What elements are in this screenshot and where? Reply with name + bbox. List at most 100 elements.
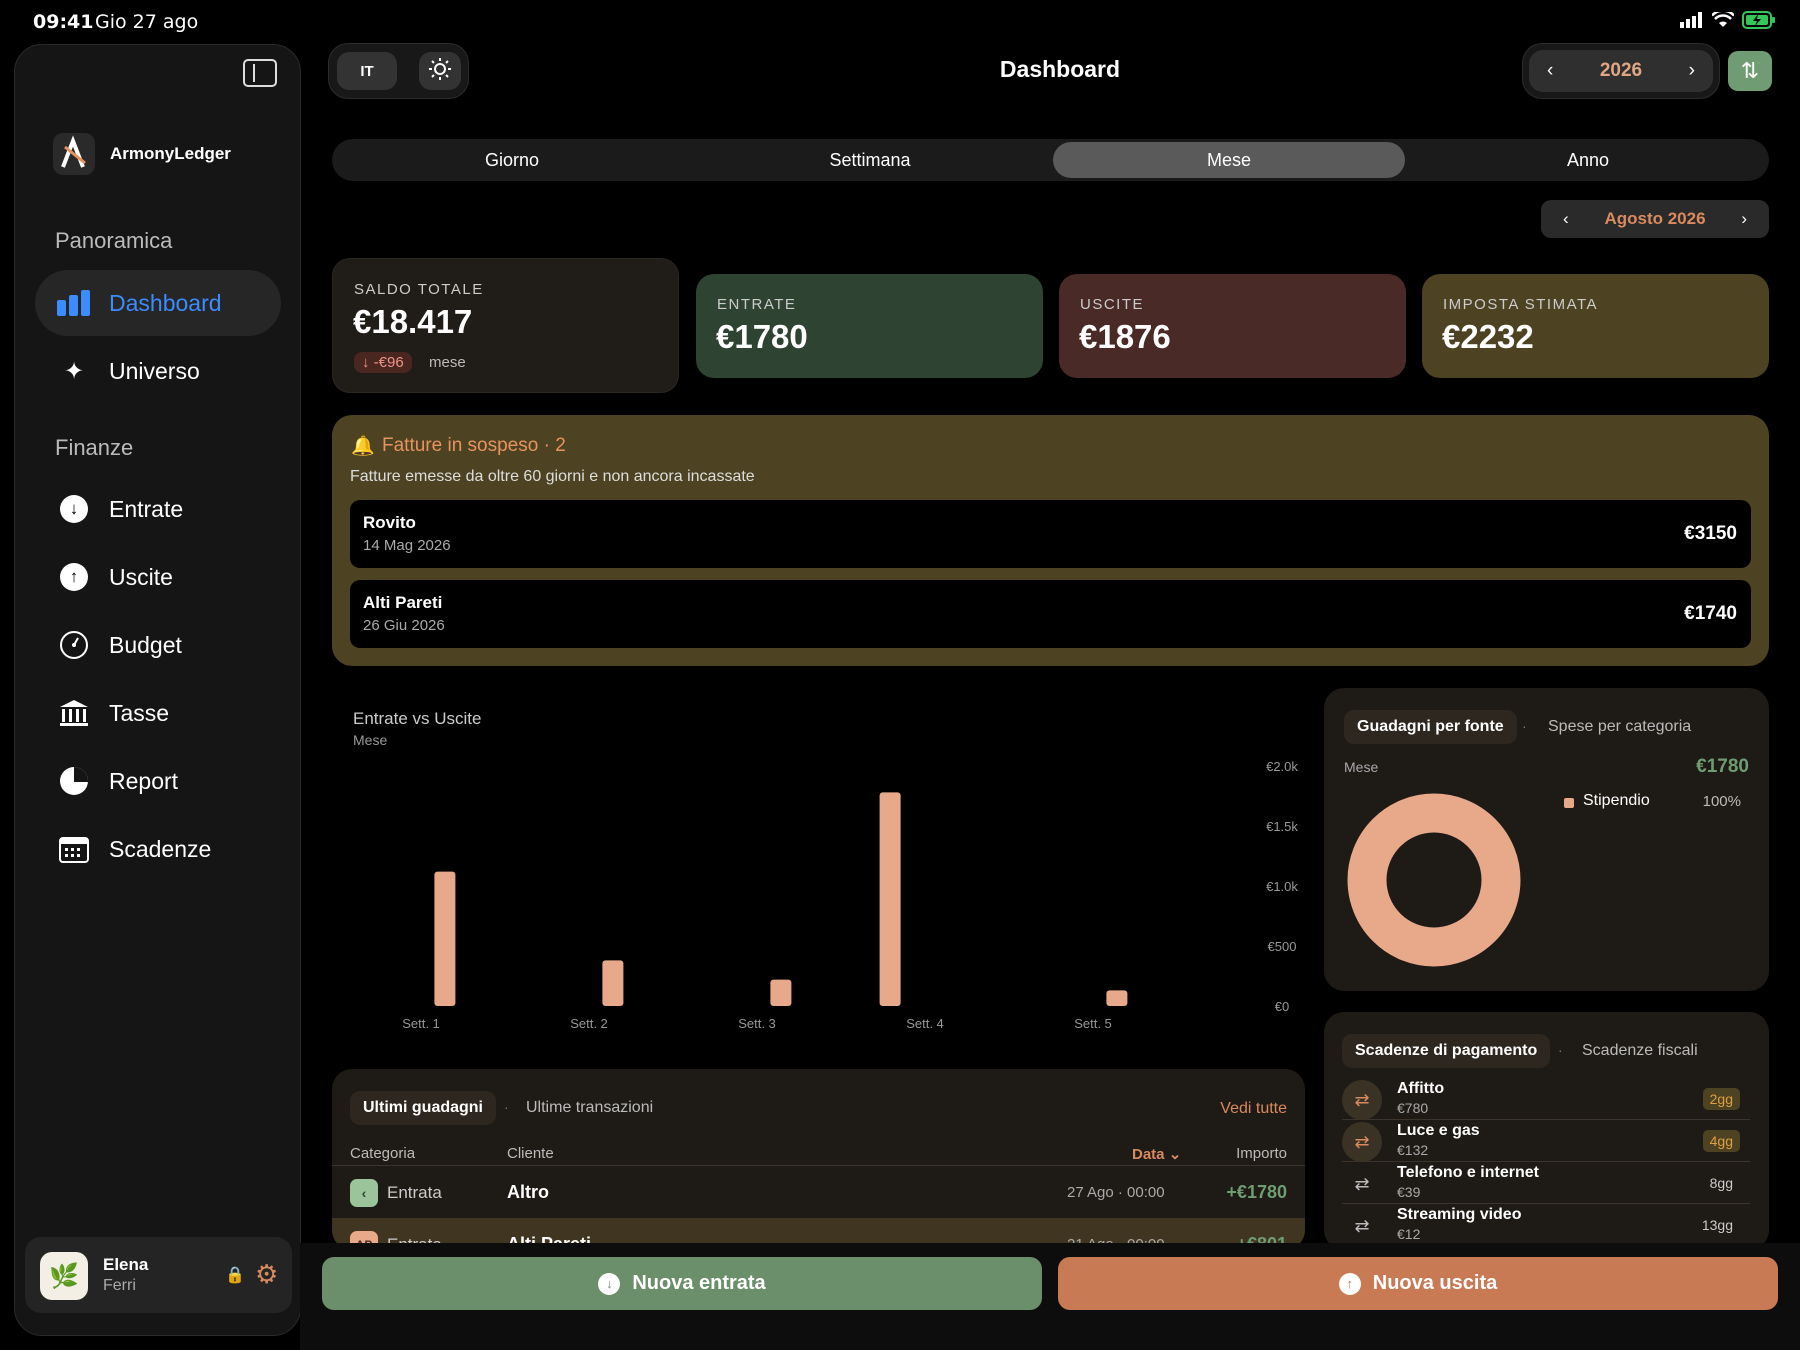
tax-card[interactable]: IMPOSTA STIMATA €2232	[1422, 274, 1769, 378]
row-date: 27 Ago · 00:00	[1067, 1184, 1165, 1201]
column-header-date[interactable]: Data ⌄	[1132, 1145, 1181, 1163]
chart-bar[interactable]	[1106, 990, 1128, 1006]
income-label: ENTRATE	[717, 296, 797, 313]
income-card[interactable]: ENTRATE €1780	[696, 274, 1043, 378]
status-time: 09:41	[33, 11, 94, 33]
see-all-link[interactable]: Vedi tutte	[1220, 1100, 1287, 1118]
sidebar-toggle-icon[interactable]	[243, 59, 277, 87]
sidebar-item-report[interactable]: Report	[35, 748, 281, 814]
list-item[interactable]: ⇄ Luce e gas €132 4gg	[1342, 1120, 1750, 1162]
arrow-up-circle-icon: ↑	[1338, 1272, 1361, 1295]
month-selector: ‹ Agosto 2026 ›	[1541, 200, 1769, 238]
avatar: 🌿	[40, 1252, 88, 1300]
column-header-amount[interactable]: Importo	[1236, 1145, 1287, 1162]
list-item[interactable]: ⇄ Streaming video €12 13gg	[1342, 1204, 1750, 1246]
user-first-name: Elena	[103, 1255, 149, 1274]
column-header-client[interactable]: Cliente	[507, 1145, 554, 1162]
tax-label: IMPOSTA STIMATA	[1443, 296, 1599, 313]
income-expense-chart: €2.0k €1.5k €1.0k €500 €0 Sett. 1 Sett. 2 Sett.…	[402, 759, 1298, 1030]
tab-giorno[interactable]: Giorno	[336, 142, 688, 178]
x-tick-label: Sett. 1	[402, 1016, 440, 1030]
pending-invoice-row[interactable]: Rovito 14 Mag 2026 €3150	[350, 500, 1751, 568]
expense-label: USCITE	[1080, 296, 1145, 313]
gear-icon[interactable]: ⚙	[255, 1259, 278, 1290]
tab-income-sources[interactable]: Guadagni per fonte	[1344, 710, 1517, 744]
deadline-amount: €780	[1397, 1100, 1429, 1116]
sidebar-item-tasse[interactable]: Tasse	[35, 680, 281, 746]
deadline-amount: €39	[1397, 1184, 1421, 1200]
balance-card[interactable]: SALDO TOTALE €18.417 ↓ -€96 mese	[332, 258, 679, 393]
sidebar-item-uscite[interactable]: ↑ Uscite	[35, 544, 281, 610]
year-label: 2026	[1599, 60, 1643, 81]
sparkle-icon: ✦	[63, 357, 85, 385]
tax-value: €2232	[1442, 318, 1534, 355]
recurring-icon: ⇄	[1342, 1080, 1382, 1120]
chart-bar[interactable]	[879, 792, 901, 1006]
row-category: Entrata	[387, 1183, 442, 1202]
tab-recent-earnings[interactable]: Ultimi guadagni	[350, 1091, 496, 1125]
y-tick-label: €1.0k	[1266, 879, 1298, 894]
chart-bar[interactable]	[434, 871, 456, 1006]
chart-bar[interactable]	[602, 960, 624, 1006]
invoice-amount: €1740	[1684, 603, 1737, 624]
deadline-amount: €12	[1397, 1226, 1421, 1242]
tab-anno[interactable]: Anno	[1412, 142, 1764, 178]
pending-invoices-alert: 🔔 Fatture in sospeso · 2 Fatture emesse …	[332, 415, 1769, 666]
sun-icon	[429, 58, 451, 84]
list-item[interactable]: ⇄ Telefono e internet €39 8gg	[1342, 1162, 1750, 1204]
donut-slice-stipendio	[1347, 793, 1521, 967]
new-expense-button[interactable]: ↑ Nuova uscita	[1058, 1257, 1778, 1310]
y-tick-label: €500	[1268, 939, 1297, 954]
language-button[interactable]: IT	[337, 52, 397, 90]
status-bar: 09:41 Gio 27 ago	[0, 0, 1800, 42]
sidebar-item-entrate[interactable]: ↓ Entrate	[35, 476, 281, 542]
y-tick-label: €1.5k	[1266, 819, 1298, 834]
recent-earnings-card: Ultimi guadagni · Ultime transazioni Ved…	[332, 1069, 1305, 1250]
sidebar-item-label: Scadenze	[109, 835, 212, 862]
tab-settimana[interactable]: Settimana	[694, 142, 1046, 178]
table-row[interactable]: ‹ Entrata Altro 27 Ago · 00:00 +€1780	[332, 1166, 1305, 1218]
balance-delta-badge: ↓ -€96	[354, 352, 412, 373]
chart-bar[interactable]	[770, 979, 792, 1006]
row-amount: +€1780	[1226, 1182, 1287, 1202]
sidebar-item-budget[interactable]: Budget	[35, 612, 281, 678]
chevron-left-icon[interactable]: ‹	[1563, 209, 1569, 229]
deadline-name: Affitto	[1397, 1080, 1445, 1097]
tab-separator: ·	[1558, 1042, 1563, 1058]
tab-tax-deadlines[interactable]: Scadenze fiscali	[1582, 1034, 1698, 1068]
invoice-client: Rovito	[363, 513, 416, 532]
expense-value: €1876	[1079, 318, 1171, 355]
tab-expense-categories[interactable]: Spese per categoria	[1548, 710, 1691, 744]
swap-arrows-icon[interactable]: ⇅	[1728, 51, 1772, 91]
period-segmented-control: Giorno Settimana Mese Anno	[332, 139, 1769, 181]
theme-button[interactable]	[419, 52, 461, 90]
payment-deadlines-card: Scadenze di pagamento · Scadenze fiscali…	[1324, 1012, 1769, 1250]
chevron-left-icon[interactable]: ‹	[1547, 60, 1553, 82]
lock-icon[interactable]: 🔒	[225, 1265, 245, 1285]
list-item[interactable]: ⇄ Affitto €780 2gg	[1342, 1078, 1750, 1120]
sidebar-item-universo[interactable]: ✦ Universo	[35, 338, 281, 404]
pending-invoice-row[interactable]: Alti Pareti 26 Giu 2026 €1740	[350, 580, 1751, 648]
column-header-category[interactable]: Categoria	[350, 1145, 415, 1162]
invoice-date: 14 Mag 2026	[363, 537, 451, 554]
arrow-up-circle-icon: ↑	[57, 560, 91, 594]
tab-payment-deadlines[interactable]: Scadenze di pagamento	[1342, 1034, 1551, 1068]
x-tick-label: Sett. 4	[906, 1016, 944, 1030]
chart-title: Entrate vs Uscite	[353, 709, 482, 728]
chevron-right-icon[interactable]: ›	[1689, 60, 1695, 82]
sidebar-item-dashboard[interactable]: Dashboard	[35, 270, 281, 336]
chevron-down-icon: ⌄	[1168, 1146, 1182, 1163]
chevron-right-icon[interactable]: ›	[1741, 209, 1747, 229]
tab-recent-transactions[interactable]: Ultime transazioni	[526, 1091, 653, 1125]
tab-mese[interactable]: Mese	[1053, 142, 1405, 178]
new-income-button[interactable]: ↓ Nuova entrata	[322, 1257, 1042, 1310]
header-controls: IT	[328, 43, 469, 99]
user-card[interactable]: 🌿 Elena Ferri 🔒 ⚙	[25, 1237, 292, 1313]
sidebar-item-scadenze[interactable]: Scadenze	[35, 816, 281, 882]
calendar-icon	[57, 832, 91, 866]
sidebar-item-label: Uscite	[109, 563, 173, 590]
deadline-name: Luce e gas	[1397, 1122, 1480, 1139]
expense-card[interactable]: USCITE €1876	[1059, 274, 1406, 378]
legend-label: Stipendio	[1583, 792, 1650, 809]
balance-value: €18.417	[353, 303, 473, 340]
